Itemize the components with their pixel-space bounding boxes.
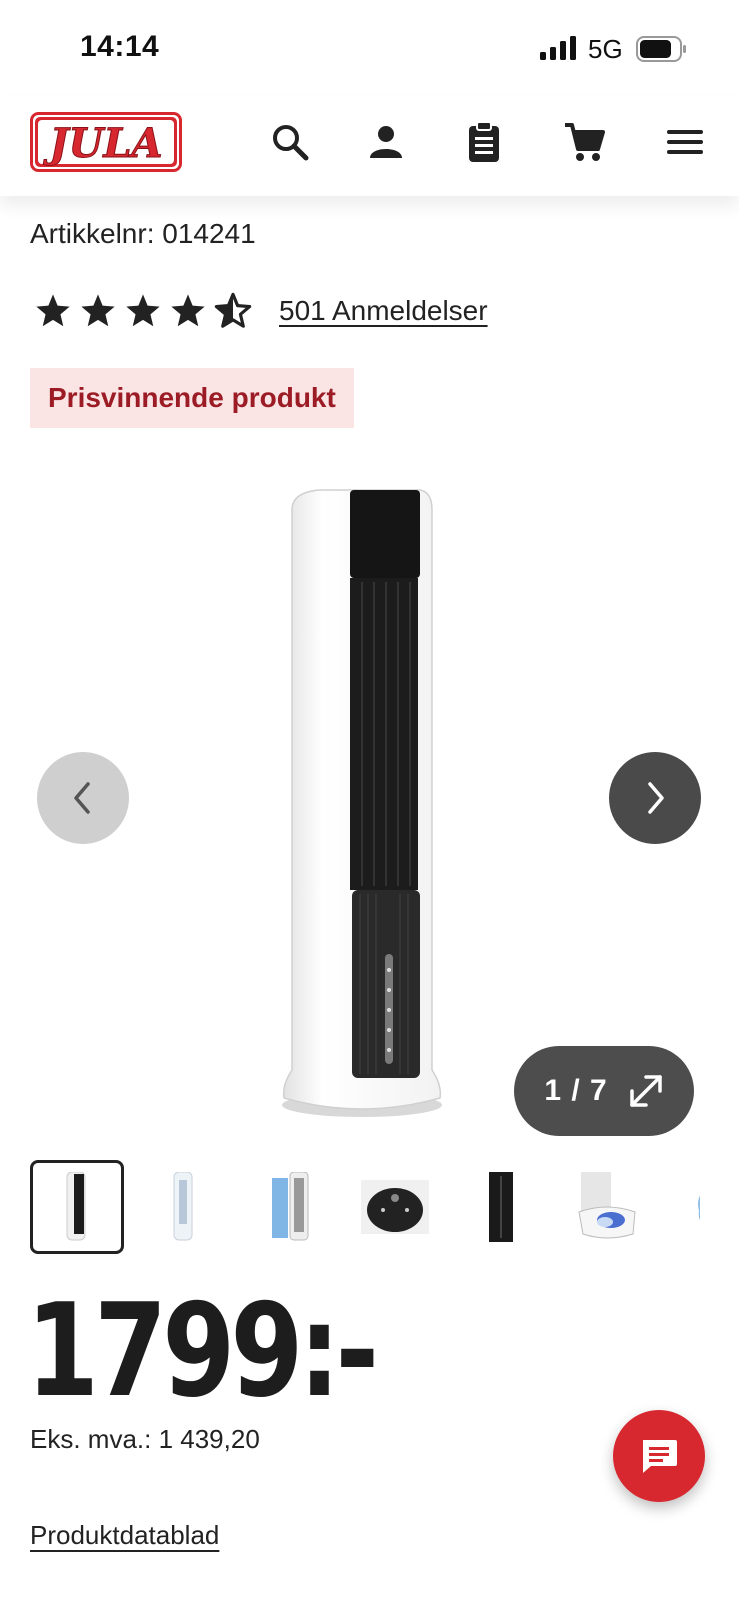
thumbnail-7[interactable] <box>666 1160 700 1254</box>
previous-image-button[interactable] <box>37 752 129 844</box>
reviews-link[interactable]: 501 Anmeldelser <box>279 295 488 327</box>
chevron-right-icon <box>648 782 664 814</box>
site-header: JULA <box>0 96 739 196</box>
signal-icon <box>540 36 576 60</box>
rating[interactable]: 501 Anmeldelser <box>34 292 488 330</box>
price-ex-vat: Eks. mva.: 1 439,20 <box>30 1424 260 1454</box>
thumbnail-1[interactable] <box>30 1160 124 1254</box>
expand-icon <box>629 1075 662 1107</box>
thumbnail-5[interactable] <box>454 1160 548 1254</box>
star-full-icon <box>171 294 205 327</box>
star-half-icon <box>214 292 252 328</box>
jula-logo[interactable]: JULA <box>30 112 182 172</box>
article-number: Artikkelnr: 014241 <box>30 218 256 249</box>
network-label: 5G <box>588 34 623 64</box>
product-image[interactable] <box>280 470 460 1120</box>
thumbnail-image <box>698 1195 700 1221</box>
chat-button[interactable] <box>613 1410 705 1502</box>
cart-icon <box>565 123 605 161</box>
product-price: 1799:- <box>26 1277 379 1426</box>
thumbnail-6[interactable] <box>560 1160 654 1254</box>
search-button[interactable] <box>264 116 316 168</box>
thumbnail-image <box>489 1172 513 1242</box>
fullscreen-counter-button[interactable]: 1 / 7 <box>514 1046 694 1136</box>
account-icon <box>370 126 402 158</box>
star-full-icon <box>126 294 160 327</box>
thumbnail-2[interactable] <box>136 1160 230 1254</box>
battery-icon <box>636 36 686 62</box>
shopping-list-button[interactable] <box>458 116 510 168</box>
thumbnail-image <box>173 1172 193 1241</box>
thumbnail-strip <box>30 1160 700 1254</box>
star-full-icon <box>81 294 115 327</box>
account-button[interactable] <box>360 116 412 168</box>
thumbnail-image <box>272 1172 309 1241</box>
thumbnail-3[interactable] <box>242 1160 336 1254</box>
clipboard-icon <box>469 121 499 162</box>
svg-text:JULA: JULA <box>43 120 163 167</box>
award-badge-label: Prisvinnende produkt <box>48 382 336 413</box>
thumbnail-image <box>578 1172 636 1239</box>
thumbnail-image <box>361 1180 429 1234</box>
menu-button[interactable] <box>659 116 711 168</box>
product-gallery: 1 / 7 <box>0 450 739 1136</box>
thumbnail-image <box>66 1172 86 1241</box>
product-datasheet-link[interactable]: Produktdatablad <box>30 1520 219 1551</box>
status-bar: 14:14 5G <box>0 0 739 96</box>
star-full-icon <box>36 294 70 327</box>
chat-icon <box>643 1440 677 1473</box>
status-time: 14:14 <box>80 30 160 63</box>
award-badge: Prisvinnende produkt <box>30 368 354 428</box>
menu-icon <box>667 130 703 154</box>
search-icon <box>273 125 309 161</box>
chevron-left-icon <box>74 782 90 814</box>
cart-button[interactable] <box>558 116 610 168</box>
image-counter: 1 / 7 <box>544 1074 608 1107</box>
thumbnail-4[interactable] <box>348 1160 442 1254</box>
next-image-button[interactable] <box>609 752 701 844</box>
